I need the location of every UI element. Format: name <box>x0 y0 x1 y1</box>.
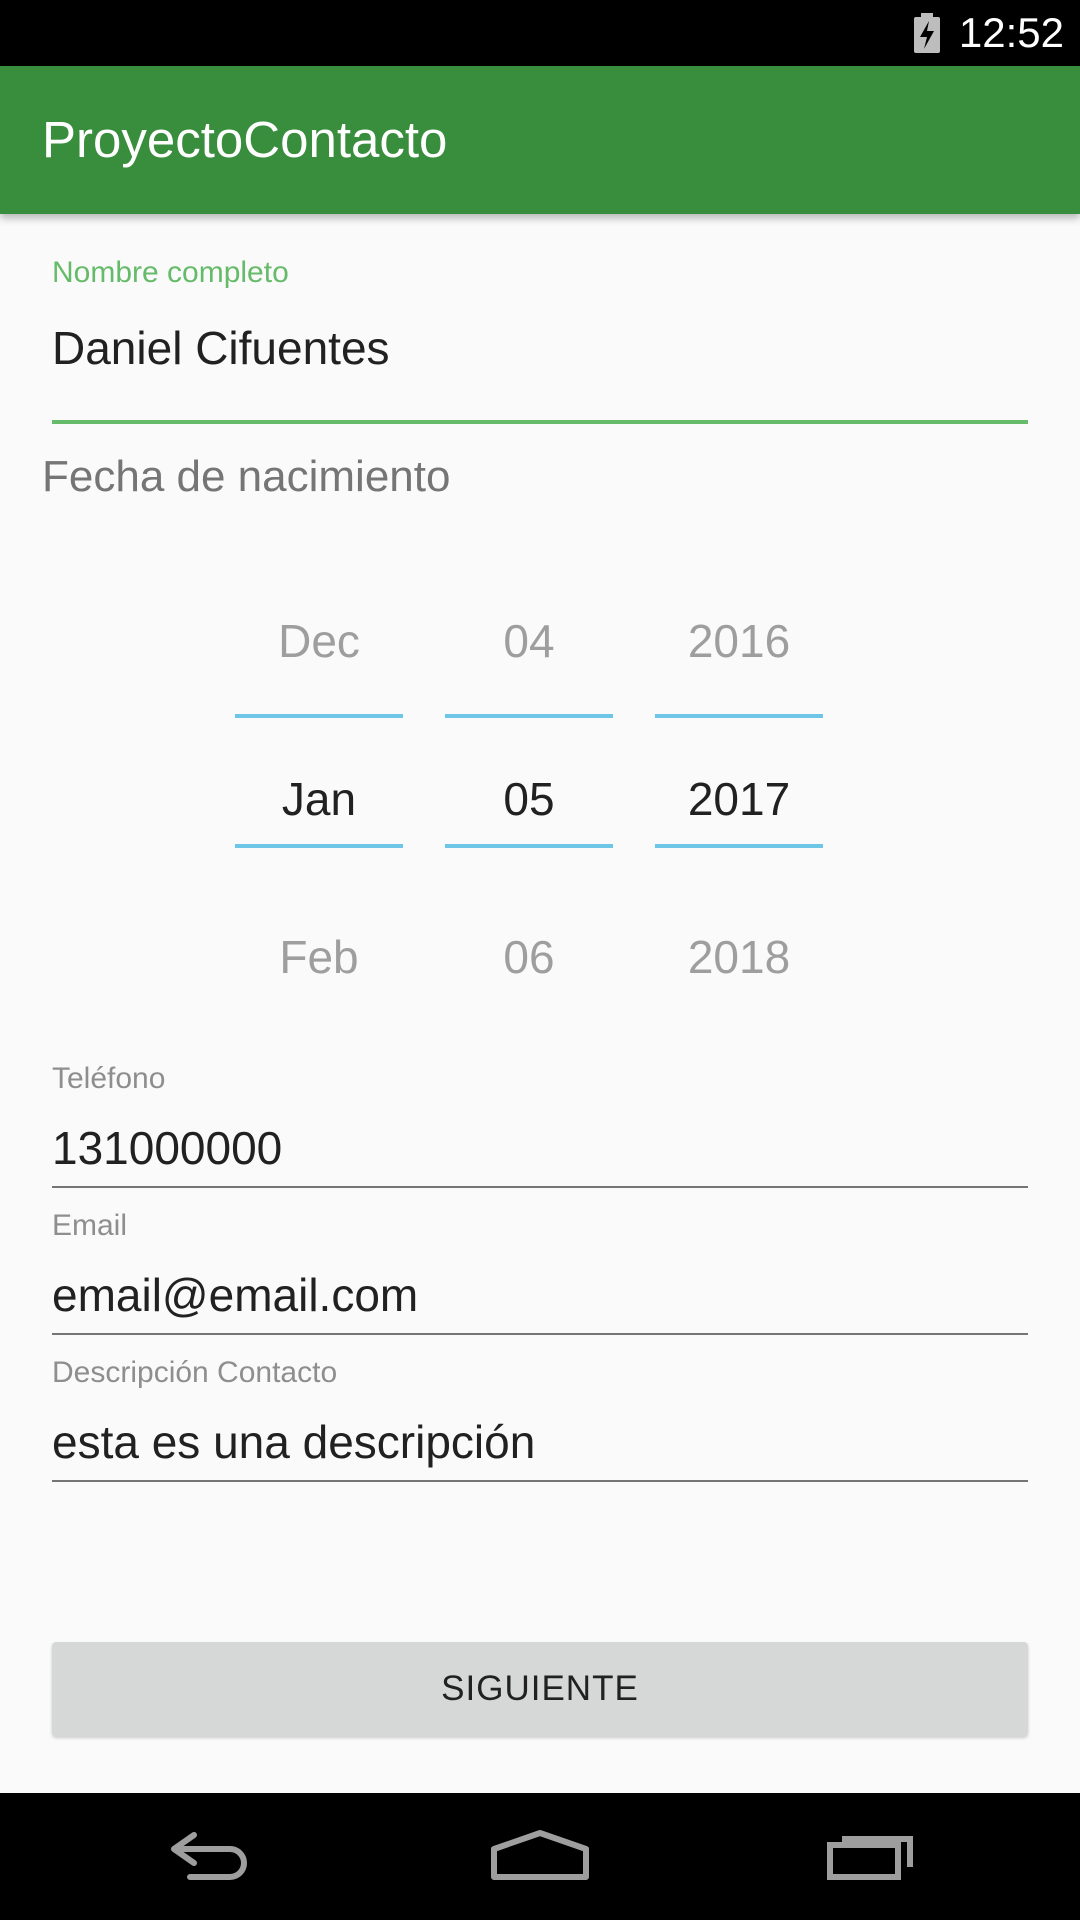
month-next[interactable]: Feb <box>235 930 403 984</box>
description-underline <box>52 1480 1028 1482</box>
year-prev[interactable]: 2016 <box>655 614 823 668</box>
name-underline <box>52 420 1028 424</box>
email-label: Email <box>52 1209 128 1242</box>
name-field: Nombre completo <box>52 256 1028 424</box>
home-icon[interactable] <box>480 1813 600 1899</box>
contact-form: Nombre completo Fecha de nacimiento Dec … <box>0 214 1080 1793</box>
year-picker[interactable]: 2016 2017 2018 <box>655 574 823 1004</box>
year-divider-bottom <box>655 844 823 848</box>
day-picker[interactable]: 04 05 06 <box>445 574 613 1004</box>
month-prev[interactable]: Dec <box>235 614 403 668</box>
month-divider-bottom <box>235 844 403 848</box>
month-selected[interactable]: Jan <box>235 772 403 826</box>
name-label: Nombre completo <box>52 256 289 289</box>
year-next[interactable]: 2018 <box>655 930 823 984</box>
recents-icon[interactable] <box>812 1813 932 1899</box>
day-selected[interactable]: 05 <box>445 772 613 826</box>
phone-underline <box>52 1186 1028 1188</box>
month-divider-top <box>235 714 403 718</box>
email-underline <box>52 1333 1028 1335</box>
description-field: Descripción Contacto <box>52 1356 1028 1482</box>
birthdate-label: Fecha de nacimiento <box>42 452 451 501</box>
next-button[interactable]: SIGUIENTE <box>52 1642 1028 1736</box>
navigation-bar <box>0 1793 1080 1920</box>
app-title: ProyectoContacto <box>42 111 448 168</box>
status-bar: 12:52 <box>0 0 1080 66</box>
back-icon[interactable] <box>150 1813 270 1899</box>
day-next[interactable]: 06 <box>445 930 613 984</box>
day-divider-bottom <box>445 844 613 848</box>
phone-label: Teléfono <box>52 1062 166 1095</box>
month-picker[interactable]: Dec Jan Feb <box>235 574 403 1004</box>
day-divider-top <box>445 714 613 718</box>
battery-charging-icon <box>914 13 940 53</box>
name-input[interactable] <box>52 318 1028 378</box>
day-prev[interactable]: 04 <box>445 614 613 668</box>
description-label: Descripción Contacto <box>52 1356 338 1389</box>
year-selected[interactable]: 2017 <box>655 772 823 826</box>
phone-input[interactable] <box>52 1118 1028 1178</box>
year-divider-top <box>655 714 823 718</box>
app-bar: ProyectoContacto <box>0 66 1080 214</box>
status-time: 12:52 <box>958 9 1064 56</box>
description-input[interactable] <box>52 1412 1028 1472</box>
phone-field: Teléfono <box>52 1062 1028 1188</box>
email-input[interactable] <box>52 1265 1028 1325</box>
email-field: Email <box>52 1209 1028 1335</box>
